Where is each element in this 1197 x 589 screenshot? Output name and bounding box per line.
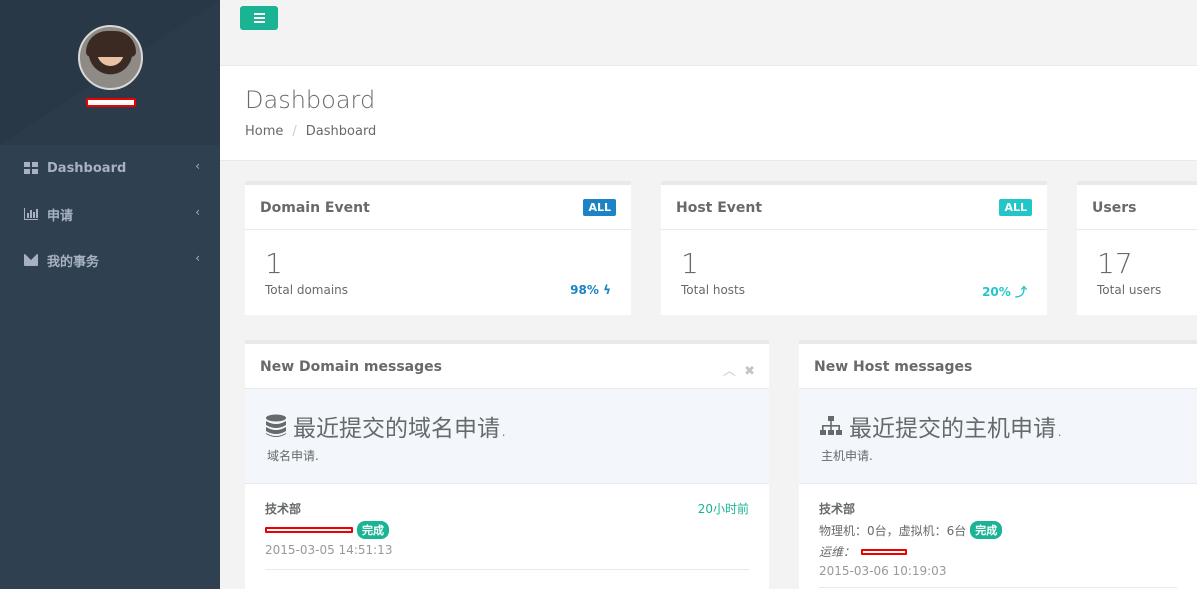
status-badge: 完成 [357,521,389,539]
close-icon[interactable]: ✖ [744,364,755,379]
domain-messages-panel: New Domain messages ︿ ✖ 最近提交的域名申请. 域名申请.… [245,340,769,589]
stat-title: Domain Event [245,185,631,230]
sidebar-item-label: 申请 [47,208,74,224]
stat-percent: 98% ϟ [570,283,611,297]
stat-box-domain: Domain Event ALL 1 Total domains 98% ϟ [245,181,631,315]
stat-title: Host Event [661,185,1047,230]
top-navbar [220,0,1197,66]
avatar-hair [86,31,136,57]
sidebar-item-my-tasks[interactable]: 我的事务 ‹ [0,237,220,283]
divider [265,569,749,570]
message-time-ago: 20小时前 [697,502,749,516]
message-date: 2015-03-06 10:19:03 [819,564,947,578]
stat-box-users: Users 17 Total users [1077,181,1197,315]
filter-label[interactable]: ALL [999,199,1032,216]
panel-hero: 最近提交的主机申请. 主机申请. [799,389,1197,484]
stat-value: 1 [681,247,699,280]
sidebar: Dashboard ‹ 申请 ‹ 我的事务 ‹ [0,0,220,589]
stat-percent-value: 98% [570,283,599,297]
breadcrumb-current: Dashboard [305,124,377,139]
sitemap-icon [820,416,842,435]
message-content: 物理机：0台，虚拟机：6台 完成 [819,521,1177,539]
sidebar-item-dashboard[interactable]: Dashboard ‹ [0,145,220,191]
sidebar-item-label: 我的事务 [47,254,100,270]
stat-box-host: Host Event ALL 1 Total hosts 20% ⤴ [661,181,1047,315]
host-messages-panel: New Host messages 最近提交的主机申请. 主机申请. 技术部 物… [799,340,1197,589]
status-badge: 完成 [970,521,1003,539]
bolt-icon: ϟ [603,283,611,297]
breadcrumb-home-link[interactable]: Home [245,124,283,139]
stat-caption: Total users [1097,283,1162,297]
chevron-left-icon: ‹ [195,251,200,265]
ops-label: 运维： [819,545,856,559]
hero-title-text: 最近提交的主机申请. [849,416,1064,442]
message-date: 2015-03-05 14:51:13 [265,543,393,557]
username-redacted[interactable] [86,98,136,107]
chevron-left-icon: ‹ [195,159,200,173]
hero-title-text: 最近提交的域名申请. [293,416,508,442]
panel-title: New Domain messages [245,344,769,389]
stat-value: 1 [265,247,283,280]
page-title: Dashboard [245,86,376,114]
page-heading: Dashboard Home / Dashboard [220,66,1197,161]
avatar[interactable] [78,25,143,90]
breadcrumb: Home / Dashboard [245,124,376,139]
bar-chart-icon [24,208,38,220]
message-department: 技术部 [265,502,302,516]
sidebar-item-label: Dashboard [47,160,127,176]
panel-title: New Host messages [799,344,1197,389]
message-content: 完成 [265,521,749,539]
panel-tools: ︿ ✖ [723,360,755,379]
message-department: 技术部 [819,502,856,516]
stat-caption: Total domains [265,283,349,297]
list-item[interactable]: 技术部 完成 2015-03-05 14:51:13 20小时前 [245,484,769,570]
stat-value: 17 [1097,247,1133,280]
database-icon [266,414,286,437]
hero-subtitle: 域名申请. [267,449,319,463]
redacted-text [265,527,353,533]
hero-subtitle: 主机申请. [821,449,873,463]
stat-title: Users [1077,185,1197,230]
hero-title: 最近提交的域名申请. [265,409,507,443]
stat-percent-value: 20% [982,285,1011,299]
filter-label[interactable]: ALL [583,199,616,216]
list-item[interactable]: 技术部 物理机：0台，虚拟机：6台 完成 运维： 2015-03-06 10:1… [799,484,1197,588]
chevron-left-icon: ‹ [195,205,200,219]
hero-title: 最近提交的主机申请. [819,409,1063,443]
grid-icon [24,162,38,174]
message-ops: 运维： [819,543,1177,560]
breadcrumb-separator: / [292,124,297,139]
envelope-icon [24,254,38,266]
stat-percent: 20% ⤴ [982,283,1027,300]
message-detail: 物理机：0台，虚拟机：6台 [819,523,967,538]
level-up-icon: ⤴ [1014,285,1027,299]
sidebar-item-apply[interactable]: 申请 ‹ [0,191,220,237]
redacted-text [861,548,908,555]
menu-toggle-button[interactable] [240,6,278,30]
panel-hero: 最近提交的域名申请. 域名申请. [245,389,769,484]
collapse-icon[interactable]: ︿ [723,364,736,379]
divider [819,587,1177,588]
profile-header [0,0,220,145]
stat-caption: Total hosts [681,283,745,297]
